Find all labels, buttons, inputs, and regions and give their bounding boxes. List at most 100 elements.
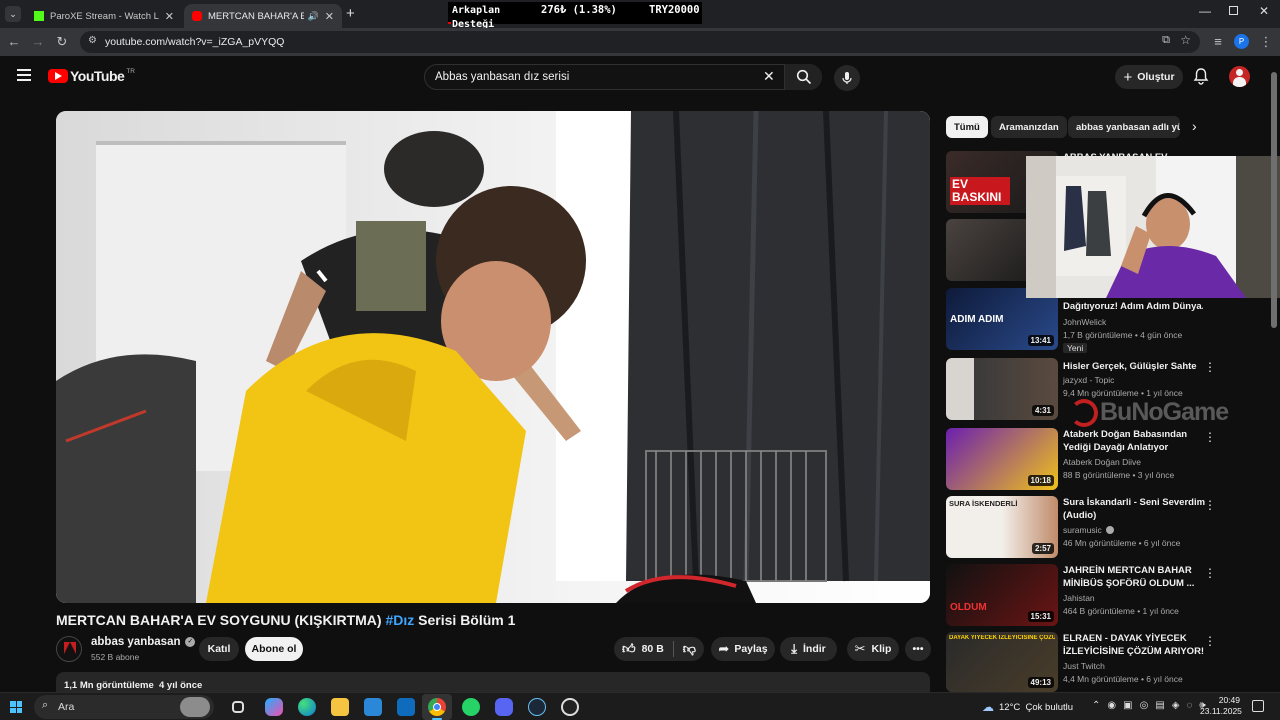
more-vert-icon[interactable]: ⋮ xyxy=(1204,498,1216,512)
create-button[interactable]: + Oluştur xyxy=(1115,65,1183,89)
task-view-icon[interactable] xyxy=(232,701,244,713)
video-player[interactable] xyxy=(56,111,930,603)
obs-icon[interactable] xyxy=(561,698,579,716)
chip-channel[interactable]: abbas yanbasan adlı yük xyxy=(1068,116,1180,138)
channel-name[interactable]: JohnWelick xyxy=(1063,317,1106,327)
site-info-icon[interactable]: ⚙ xyxy=(88,35,97,46)
more-vert-icon[interactable]: ⋮ xyxy=(1204,430,1216,444)
share-button[interactable]: ➦ Paylaş xyxy=(711,637,775,661)
reload-icon[interactable]: ↻ xyxy=(54,34,70,50)
recommendation-item[interactable]: 10:18 Ataberk Doğan Babasından Yediği Da… xyxy=(946,428,1268,492)
tray-app-icon[interactable]: ◈ xyxy=(1172,700,1187,711)
channel-name[interactable]: jazyxd - Topic xyxy=(1063,375,1114,385)
voice-search-button[interactable] xyxy=(834,65,860,91)
discord-icon[interactable] xyxy=(495,698,513,716)
obs-tray-icon[interactable]: ◉ xyxy=(1107,700,1123,711)
channel-avatar[interactable] xyxy=(56,636,82,662)
media-controls-icon[interactable]: ≡ xyxy=(1210,34,1226,50)
share-label: Paylaş xyxy=(734,643,768,655)
video-thumbnail[interactable]: 10:18 xyxy=(946,428,1058,490)
store-icon[interactable] xyxy=(364,698,382,716)
dislike-button[interactable]: 👎︎ xyxy=(683,641,696,657)
more-actions-button[interactable]: ••• xyxy=(905,637,931,661)
steam-icon[interactable] xyxy=(528,698,546,716)
user-avatar[interactable] xyxy=(1229,66,1250,87)
video-meta: 46 Mn görüntüleme • 6 yıl önce xyxy=(1063,538,1181,548)
search-input[interactable]: Abbas yanbasan dız serisi ✕ xyxy=(424,64,822,90)
new-badge: Yeni xyxy=(1063,343,1088,353)
more-vert-icon[interactable]: ⋮ xyxy=(1204,634,1216,648)
channel-name[interactable]: Ataberk Doğan Diive xyxy=(1063,457,1141,467)
tray-discord-icon[interactable]: ◎ xyxy=(1140,700,1156,711)
more-vert-icon[interactable]: ⋮ xyxy=(1204,360,1216,374)
verified-badge-icon xyxy=(1105,526,1114,534)
recommendation-item[interactable]: SURA İSKENDERLİ 2:57 Sura İskandarli - S… xyxy=(946,496,1268,560)
copilot-icon[interactable] xyxy=(265,698,283,716)
video-thumbnail[interactable]: OLDUM 15:31 xyxy=(946,564,1058,626)
audio-playing-icon[interactable]: 🔊 xyxy=(308,11,319,22)
back-icon[interactable]: ← xyxy=(6,34,22,50)
recommendation-item[interactable]: DAYAK YİYECEK İZLEYİCİSİNE ÇÖZÜM ARIYOR … xyxy=(946,632,1268,692)
video-thumbnail[interactable]: 4:31 xyxy=(946,358,1058,420)
tray-app-icon[interactable]: ▣ xyxy=(1123,700,1139,711)
outlook-icon[interactable] xyxy=(397,698,415,716)
channel-name[interactable]: Jahistan xyxy=(1063,593,1095,603)
chrome-taskbar-button[interactable] xyxy=(422,694,452,720)
region-code: TR xyxy=(126,67,135,75)
taskbar-search[interactable]: ⌕ Ara xyxy=(34,695,214,719)
channel-name[interactable]: suramusic xyxy=(1063,525,1114,535)
video-thumbnail[interactable]: DAYAK YİYECEK İZLEYİCİSİNE ÇÖZÜM ARIYOR … xyxy=(946,632,1058,692)
recommendation-item[interactable]: OLDUM 15:31 JAHREİN MERTCAN BAHAR MİNİBÜ… xyxy=(946,564,1268,628)
chevron-up-icon[interactable]: ⌃ xyxy=(1092,700,1107,711)
tray-app-icon[interactable]: ▤ xyxy=(1155,700,1171,711)
address-bar[interactable]: ⚙ youtube.com/watch?v=_iZGA_pVYQQ ⧉ ☆ xyxy=(80,31,1200,53)
like-button[interactable]: 👍︎ 80 B xyxy=(622,641,664,657)
close-tab-icon[interactable]: ✕ xyxy=(325,10,334,23)
subscribe-label: Abone ol xyxy=(251,643,297,655)
chip-label: abbas yanbasan adlı yük xyxy=(1076,121,1180,133)
duration-badge: 13:41 xyxy=(1027,335,1054,346)
windows-start-icon[interactable] xyxy=(10,701,22,713)
forward-icon[interactable]: → xyxy=(30,34,46,50)
clip-button[interactable]: ✂ Klip xyxy=(847,637,899,661)
join-button[interactable]: Katıl xyxy=(199,637,239,661)
clock[interactable]: 20:49 23.11.2025 xyxy=(1200,695,1242,717)
bookmark-star-icon[interactable]: ☆ xyxy=(1180,33,1191,47)
channel-name[interactable]: Just Twitch xyxy=(1063,661,1105,671)
chip-from-search[interactable]: Aramanızdan xyxy=(991,116,1067,138)
download-button[interactable]: ⤓ İndir xyxy=(780,637,837,661)
new-tab-button[interactable]: + xyxy=(346,5,355,22)
close-tab-icon[interactable]: ✕ xyxy=(165,10,174,23)
subscribe-button[interactable]: Abone ol xyxy=(245,637,303,661)
install-app-icon[interactable]: ⧉ xyxy=(1162,34,1170,47)
notification-center-icon[interactable] xyxy=(1252,700,1264,712)
restore-button[interactable] xyxy=(1229,6,1238,15)
tab-paroxe-stream[interactable]: ParoXE Stream - Watch Live on ✕ xyxy=(26,4,182,28)
chips-next-icon[interactable]: › xyxy=(1192,118,1197,134)
tab-search-dropdown-icon[interactable]: ⌄ xyxy=(5,6,21,22)
browser-menu-icon[interactable]: ⋮ xyxy=(1258,34,1274,50)
clear-search-icon[interactable]: ✕ xyxy=(763,68,775,85)
more-vert-icon[interactable]: ⋮ xyxy=(1204,566,1216,580)
hashtag-link[interactable]: #Dız xyxy=(385,612,414,628)
hamburger-menu-icon[interactable] xyxy=(17,69,31,81)
whatsapp-icon[interactable] xyxy=(462,698,480,716)
youtube-logo[interactable]: YouTube TR xyxy=(48,68,135,84)
profile-avatar[interactable]: P xyxy=(1234,34,1249,49)
minimize-button[interactable]: — xyxy=(1199,4,1211,18)
search-button[interactable] xyxy=(784,64,822,90)
file-explorer-icon[interactable] xyxy=(331,698,349,716)
page-scrollbar[interactable] xyxy=(1271,72,1277,328)
edge-icon[interactable] xyxy=(298,698,316,716)
tab-youtube-video[interactable]: MERTCAN BAHAR'A EV SOY 🔊 ✕ xyxy=(184,4,342,28)
channel-name[interactable]: abbas yanbasan ✓ xyxy=(91,636,196,648)
chip-all[interactable]: Tümü xyxy=(946,116,988,138)
weather-widget[interactable]: ☁ 12°C Çok bulutlu xyxy=(982,700,1073,714)
youtube-play-icon xyxy=(48,69,68,83)
wifi-icon[interactable]: ◌ xyxy=(1186,700,1199,711)
notifications-bell-icon[interactable] xyxy=(1193,68,1209,85)
close-window-button[interactable]: ✕ xyxy=(1259,4,1269,18)
video-thumbnail[interactable]: SURA İSKENDERLİ 2:57 xyxy=(946,496,1058,558)
microphone-icon xyxy=(842,72,852,84)
tray-icons[interactable]: ⌃◉▣◎▤◈◌🕪 xyxy=(1092,700,1213,711)
